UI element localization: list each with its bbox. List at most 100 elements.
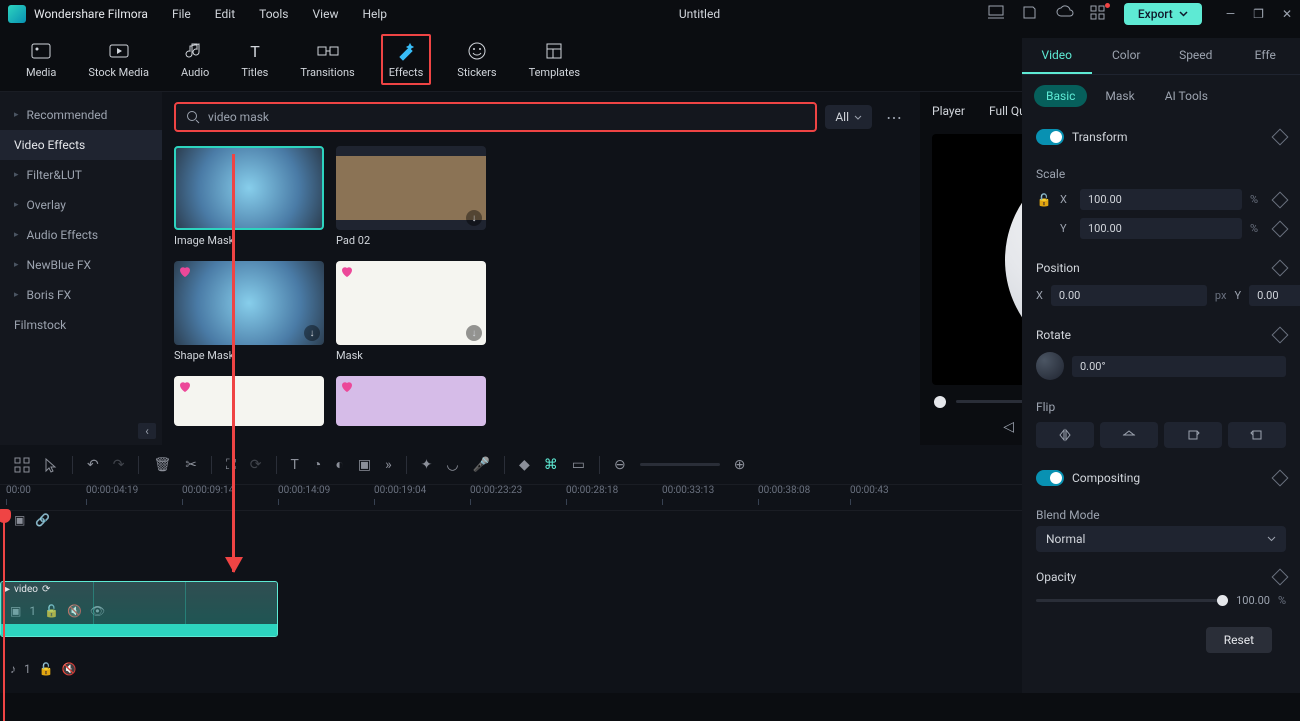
save-icon[interactable] bbox=[1022, 5, 1040, 23]
insp-tab-effects[interactable]: Effe bbox=[1231, 38, 1300, 74]
timeline-playhead[interactable] bbox=[3, 511, 5, 721]
menu-file[interactable]: File bbox=[172, 7, 191, 21]
rotate-input[interactable] bbox=[1072, 356, 1286, 377]
tl-undo-icon[interactable]: ↶ bbox=[87, 457, 99, 473]
sidebar-item-filter-lut[interactable]: ▸Filter&LUT bbox=[0, 160, 162, 190]
keyframe-icon[interactable] bbox=[1272, 569, 1289, 586]
scale-x-input[interactable] bbox=[1080, 189, 1242, 210]
rotate-dial[interactable] bbox=[1036, 352, 1064, 380]
menu-help[interactable]: Help bbox=[362, 7, 387, 21]
sidebar-item-newblue-fx[interactable]: ▸NewBlue FX bbox=[0, 250, 162, 280]
opacity-slider[interactable] bbox=[1036, 599, 1228, 602]
effect-shape-mask[interactable]: ↓ Shape Mask bbox=[174, 261, 324, 362]
tl-speed-icon[interactable]: ⟳ bbox=[250, 457, 262, 473]
device-icon[interactable] bbox=[988, 5, 1006, 23]
tl-rect-icon[interactable]: ▭ bbox=[572, 457, 585, 473]
insp-tab-color[interactable]: Color bbox=[1092, 38, 1162, 74]
tl-fit-icon[interactable]: ▣ bbox=[14, 513, 25, 527]
scrub-playhead[interactable] bbox=[934, 396, 946, 408]
effect-pad-02[interactable]: ↓ Pad 02 bbox=[336, 146, 486, 247]
menu-view[interactable]: View bbox=[313, 7, 339, 21]
tab-media[interactable]: Media bbox=[20, 36, 62, 83]
insp-sub-basic[interactable]: Basic bbox=[1034, 85, 1087, 107]
insp-tab-video[interactable]: Video bbox=[1022, 38, 1092, 74]
timeline-clip[interactable]: ▸video⟳ bbox=[0, 581, 278, 637]
tl-sparkle-icon[interactable]: ✦ bbox=[421, 457, 433, 473]
sidebar-item-audio-effects[interactable]: ▸Audio Effects bbox=[0, 220, 162, 250]
tl-shield-icon[interactable]: ◡ bbox=[446, 457, 458, 473]
track-mute-icon[interactable]: 🔇 bbox=[62, 662, 77, 676]
tab-stickers[interactable]: Stickers bbox=[451, 36, 502, 83]
more-options-icon[interactable]: ⋯ bbox=[880, 108, 908, 127]
effect-item-6[interactable] bbox=[336, 376, 486, 426]
sidebar-item-recommended[interactable]: ▸Recommended bbox=[0, 100, 162, 130]
tl-crop-icon[interactable]: ⛶ bbox=[226, 457, 236, 473]
tl-delete-icon[interactable]: 🗑 bbox=[153, 457, 171, 473]
cloud-icon[interactable] bbox=[1056, 5, 1074, 23]
transform-toggle[interactable] bbox=[1036, 129, 1064, 145]
insp-sub-ai-tools[interactable]: AI Tools bbox=[1153, 85, 1220, 107]
pos-x-input[interactable] bbox=[1051, 285, 1207, 306]
keyframe-icon[interactable] bbox=[1272, 470, 1289, 487]
track-lock-icon[interactable]: 🔓 bbox=[39, 662, 54, 676]
tl-color-icon[interactable]: ◐ bbox=[335, 456, 343, 473]
keyframe-icon[interactable] bbox=[1272, 260, 1289, 277]
search-input[interactable] bbox=[208, 110, 805, 124]
keyframe-icon[interactable] bbox=[1272, 327, 1289, 344]
effect-thumb bbox=[174, 376, 324, 426]
tab-titles[interactable]: TTitles bbox=[235, 36, 274, 83]
flip-horizontal-button[interactable] bbox=[1036, 422, 1094, 448]
sidebar-item-filmstock[interactable]: Filmstock bbox=[0, 310, 162, 340]
lock-icon[interactable]: 🔓 bbox=[1036, 193, 1052, 207]
sidebar-item-boris-fx[interactable]: ▸Boris FX bbox=[0, 280, 162, 310]
sidebar-collapse-button[interactable]: ‹ bbox=[138, 423, 156, 439]
sidebar-item-overlay[interactable]: ▸Overlay bbox=[0, 190, 162, 220]
tl-mic-icon[interactable]: 🎤 bbox=[473, 457, 490, 473]
tl-marker-icon[interactable]: ◆ bbox=[519, 457, 530, 473]
flip-vertical-button[interactable] bbox=[1100, 422, 1158, 448]
tab-stock-media[interactable]: Stock Media bbox=[82, 36, 155, 83]
window-maximize[interactable]: ❐ bbox=[1253, 7, 1264, 21]
sidebar-item-video-effects[interactable]: Video Effects bbox=[0, 130, 162, 160]
compositing-toggle[interactable] bbox=[1036, 470, 1064, 486]
tab-templates[interactable]: Templates bbox=[523, 36, 586, 83]
pos-y-input[interactable] bbox=[1249, 285, 1300, 306]
tl-split-icon[interactable]: ✂ bbox=[185, 457, 197, 473]
tl-retime-icon[interactable]: ◔ bbox=[313, 456, 321, 473]
keyframe-icon[interactable] bbox=[1272, 220, 1289, 237]
tl-zoom-in-icon[interactable]: ⊕ bbox=[734, 457, 746, 473]
filter-all-dropdown[interactable]: All bbox=[825, 105, 872, 129]
flip-rotate-ccw-button[interactable] bbox=[1228, 422, 1286, 448]
reset-button[interactable]: Reset bbox=[1206, 627, 1272, 653]
tl-magnet-icon[interactable]: ⌘ bbox=[544, 457, 558, 473]
tl-overflow-icon[interactable]: » bbox=[385, 457, 392, 473]
effect-mask[interactable]: ↓ Mask bbox=[336, 261, 486, 362]
keyframe-icon[interactable] bbox=[1272, 191, 1289, 208]
menu-edit[interactable]: Edit bbox=[215, 7, 235, 21]
prev-edit-icon[interactable]: ◁ bbox=[1003, 419, 1014, 435]
flip-rotate-cw-button[interactable] bbox=[1164, 422, 1222, 448]
apps-grid-icon[interactable] bbox=[1090, 5, 1108, 23]
tl-scale-icon[interactable]: ▣ bbox=[358, 457, 371, 473]
insp-tab-speed[interactable]: Speed bbox=[1161, 38, 1231, 74]
menu-tools[interactable]: Tools bbox=[259, 7, 288, 21]
keyframe-icon[interactable] bbox=[1272, 129, 1289, 146]
scale-y-input[interactable] bbox=[1080, 218, 1242, 239]
tab-audio[interactable]: Audio bbox=[175, 36, 215, 83]
effect-image-mask[interactable]: Image Mask bbox=[174, 146, 324, 247]
effect-item-5[interactable] bbox=[174, 376, 324, 426]
insp-sub-mask[interactable]: Mask bbox=[1093, 85, 1146, 107]
tl-cursor-icon[interactable] bbox=[44, 457, 58, 473]
tl-zoom-out-icon[interactable]: ⊖ bbox=[614, 457, 626, 473]
tab-effects[interactable]: Effects bbox=[381, 34, 432, 85]
tl-link-icon[interactable]: 🔗 bbox=[35, 513, 50, 527]
tl-redo-icon[interactable]: ↷ bbox=[113, 457, 125, 473]
window-minimize[interactable]: — bbox=[1226, 7, 1235, 21]
blend-mode-dropdown[interactable]: Normal bbox=[1036, 526, 1286, 552]
tl-text-icon[interactable]: T bbox=[291, 457, 299, 473]
tl-grid-icon[interactable] bbox=[14, 457, 30, 473]
tab-transitions[interactable]: Transitions bbox=[294, 36, 360, 83]
window-close[interactable]: ✕ bbox=[1282, 7, 1292, 21]
tl-zoom-slider[interactable] bbox=[640, 463, 720, 466]
export-button[interactable]: Export bbox=[1124, 3, 1202, 25]
